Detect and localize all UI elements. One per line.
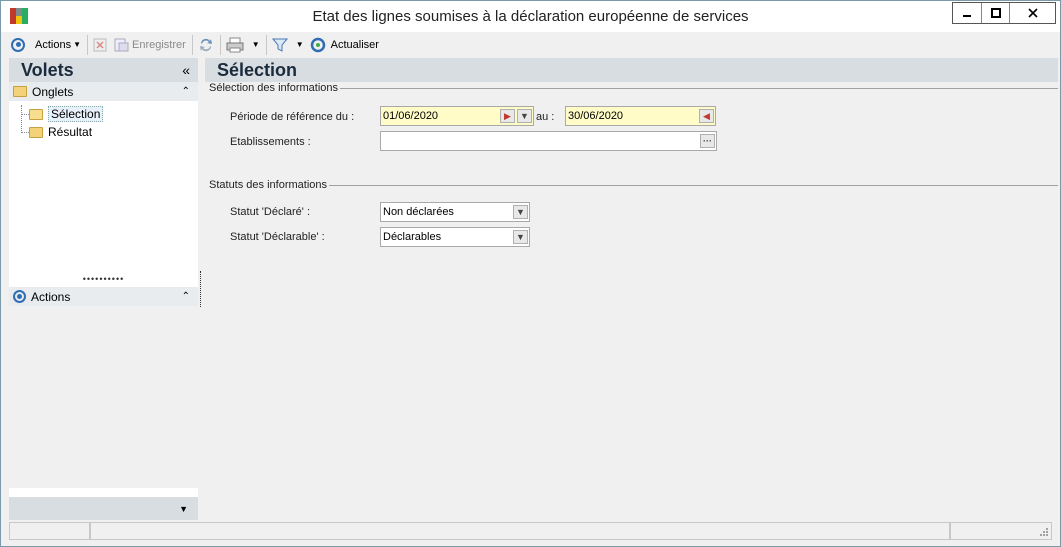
window-controls [952,2,1056,24]
tree-item-resultat[interactable]: Résultat [29,124,92,140]
status-bar [9,522,1052,540]
page-title: Sélection [217,59,298,80]
main-panel: Sélection Sélection des informations Pér… [205,58,1058,520]
actions-group-label: Actions [31,289,71,304]
status-cell [950,522,1052,540]
minimize-icon [963,15,971,17]
period-label: Période de référence du : [230,111,355,123]
save-button[interactable]: Enregistrer [113,34,186,56]
open-folder-icon [29,108,43,120]
left-pane-footer[interactable]: ▼ [9,497,198,520]
actions-menu-label: Actions [35,38,72,51]
collapse-pane-icon[interactable]: « [182,62,190,78]
pane-splitter[interactable] [200,271,202,307]
status-declarable-select[interactable]: Déclarables ▼ [380,227,530,247]
document-save-icon [114,38,129,51]
filter-button[interactable]: ▼ [271,34,304,56]
double-chevron-up-icon[interactable]: ⌃ [182,291,190,302]
status-declared-label: Statut 'Déclaré' : [230,206,311,218]
divider [329,184,1058,186]
date-next-icon[interactable]: ▶ [500,109,515,123]
section-info-title: Sélection des informations [209,82,339,94]
date-to-field[interactable]: 30/06/2020 ◀ [565,106,716,126]
printer-icon [226,37,244,52]
sync-icon [199,38,212,51]
actions-group-header[interactable]: Actions ⌃ [9,287,198,306]
refresh-label: Actualiser [330,38,379,51]
tree-line [21,105,22,133]
window-title: Etat des lignes soumises à la déclaratio… [312,8,749,25]
close-button[interactable] [1009,3,1055,23]
actions-menu-button[interactable]: Actions ▼ [35,34,81,56]
chevron-down-icon[interactable]: ▼ [513,230,528,244]
maximize-icon [990,8,1001,18]
toolbar-separator [265,34,267,55]
section-status: Statuts des informations [209,179,1058,191]
main-header: Sélection [205,58,1058,82]
chevron-down-icon: ▼ [73,40,81,49]
date-from-field[interactable]: 01/06/2020 ▶ ▼ [380,106,534,126]
maximize-button[interactable] [981,3,1009,23]
status-declarable-label: Statut 'Déclarable' : [230,231,325,243]
establishments-label: Etablissements : [230,136,311,148]
folder-icon [29,126,43,138]
resize-grip-icon[interactable] [1039,527,1049,537]
nav-button[interactable] [11,34,25,56]
circle-target-icon [13,290,26,303]
au-label: au : [536,111,555,123]
circle-target-icon [11,37,25,52]
status-declared-value: Non déclarées [383,206,454,218]
chevron-down-icon[interactable]: ▼ [513,205,528,219]
left-pane: Volets « Onglets ⌃ Sélection Résultat ••… [9,58,198,520]
status-cell [9,522,90,540]
refresh-icon [310,37,325,52]
save-label: Enregistrer [132,38,186,51]
resize-grip[interactable]: •••••••••• [9,265,198,287]
date-prev-icon[interactable]: ◀ [699,109,714,123]
tabs-group-header[interactable]: Onglets ⌃ [9,82,198,101]
print-button[interactable]: ▼ [226,34,260,56]
actions-panel [9,306,198,488]
tabs-group-label: Onglets [32,84,74,99]
toolbar: Actions ▼ Enregistrer ▼ ▼ Actualiser [1,32,1060,57]
status-declared-select[interactable]: Non déclarées ▼ [380,202,530,222]
left-pane-title: Volets [21,59,74,80]
refresh-button[interactable]: Actualiser [310,34,379,56]
establishments-field[interactable]: ··· [380,131,717,151]
window: Etat des lignes soumises à la déclaratio… [0,0,1061,547]
chevron-down-icon: ▼ [179,503,188,514]
calendar-dropdown-icon[interactable]: ▼ [517,109,532,123]
title-bar: Etat des lignes soumises à la déclaratio… [1,1,1060,32]
tree-item-label: Résultat [48,125,93,139]
minimize-button[interactable] [953,3,981,23]
left-pane-header: Volets « [9,58,198,82]
close-icon [1027,8,1038,18]
delete-icon [93,38,107,51]
divider [340,87,1058,89]
toolbar-separator [219,34,221,55]
tree-item-label: Sélection [48,106,104,122]
delete-button[interactable] [93,34,107,56]
section-status-title: Statuts des informations [209,179,328,191]
filter-icon [271,38,288,52]
toolbar-separator [87,34,88,55]
date-to-value: 30/06/2020 [568,110,624,122]
tabs-tree: Sélection Résultat [9,101,198,265]
chevron-down-icon: ▼ [251,40,260,49]
chevron-down-icon: ▼ [295,40,304,49]
toolbar-separator [191,34,193,55]
double-chevron-up-icon[interactable]: ⌃ [182,86,190,97]
ellipsis-button-icon[interactable]: ··· [700,134,715,148]
section-info: Sélection des informations [209,82,1058,94]
status-cell [90,522,950,540]
status-declarable-value: Déclarables [383,231,442,243]
date-from-value: 01/06/2020 [383,110,439,122]
folder-icon [13,86,27,97]
sync-button[interactable] [198,34,214,56]
tree-item-selection[interactable]: Sélection [29,106,104,122]
